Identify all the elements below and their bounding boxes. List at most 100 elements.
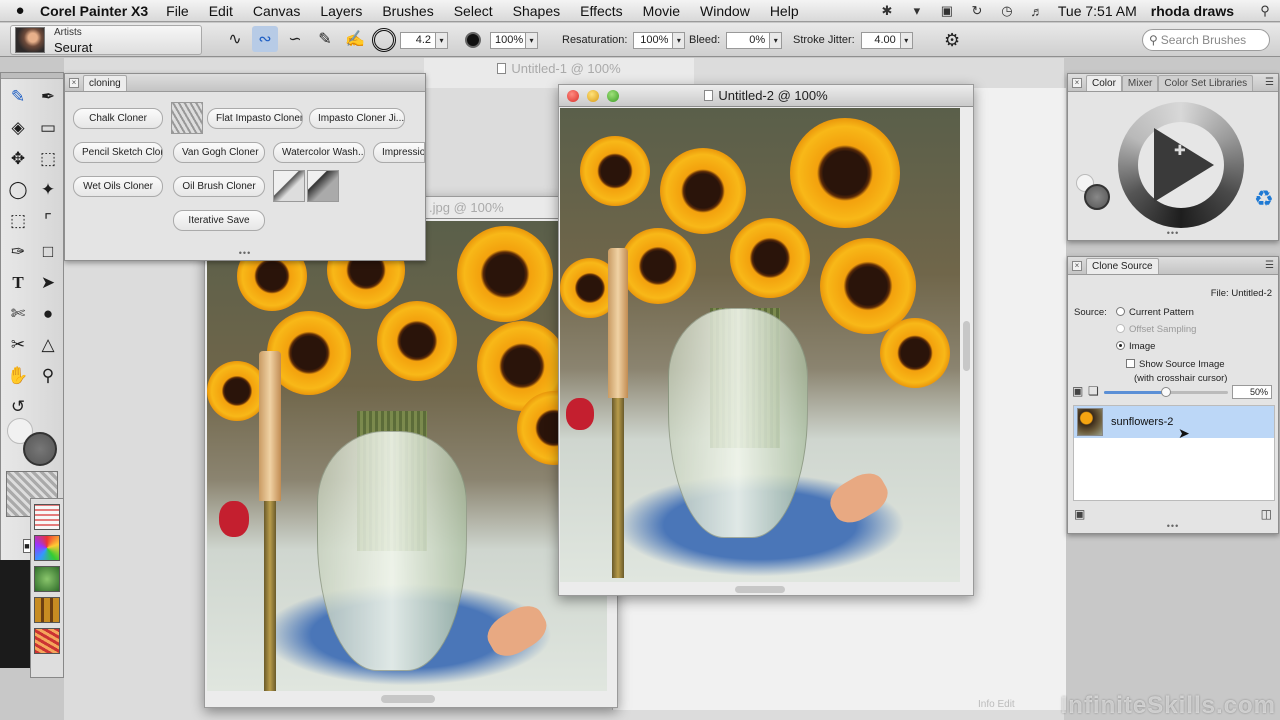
rectangular-selection-icon[interactable]: ⬚ (34, 146, 62, 172)
clone-source-list[interactable]: sunflowers-2 ➤ (1073, 405, 1275, 501)
brush-tracking-icon[interactable]: ✍ (342, 26, 368, 52)
menu-user[interactable]: rhoda draws (1151, 3, 1234, 19)
stroke-jitter-value[interactable]: 4.00 (860, 31, 901, 49)
trash-icon[interactable]: ◫ (1261, 507, 1272, 521)
saturation-value-triangle[interactable] (1154, 128, 1214, 202)
offset-sampling-radio[interactable]: Offset Sampling (1116, 324, 1196, 335)
main-color-swatch[interactable] (1084, 184, 1110, 210)
add-source-image-icon[interactable]: ▣ (1074, 507, 1085, 521)
resaturation-dropdown-icon[interactable]: ▾ (673, 31, 686, 49)
tab-clone-source[interactable]: Clone Source (1086, 257, 1159, 274)
menu-effects[interactable]: Effects (580, 3, 623, 19)
menu-window[interactable]: Window (700, 3, 750, 19)
cloner-brush-icon[interactable] (307, 170, 339, 202)
close-icon[interactable]: × (69, 77, 79, 88)
menu-clock[interactable]: Tue 7:51 AM (1058, 3, 1137, 19)
source-opacity-slider[interactable] (1104, 387, 1228, 397)
resaturation-field[interactable]: Resaturation: 100% ▾ (562, 31, 686, 49)
close-window-button[interactable] (567, 90, 579, 102)
size-field[interactable]: 4.2 ▾ (400, 31, 448, 49)
crop-tool-icon[interactable]: ⌜ (34, 208, 62, 234)
watercolor-wash-cloner-button[interactable]: Watercolor Wash... (273, 142, 365, 163)
spotlight-search-icon[interactable]: ⚲ (1250, 3, 1280, 19)
color-picker-crosshair-icon[interactable]: ✚ (1174, 142, 1186, 159)
menu-brushes[interactable]: Brushes (382, 3, 433, 19)
menu-layers[interactable]: Layers (320, 3, 362, 19)
size-dropdown-icon[interactable]: ▾ (436, 31, 448, 49)
bleed-field[interactable]: Bleed: 0% ▾ (689, 31, 783, 49)
current-pattern-radio[interactable]: Current Pattern (1116, 307, 1194, 318)
photo-sunflowers-source[interactable] (207, 221, 607, 691)
sync-icon[interactable]: ↻ (962, 3, 992, 19)
resaturation-value[interactable]: 100% (633, 31, 674, 49)
menu-file[interactable]: File (166, 3, 189, 19)
eraser-tool-icon[interactable]: ▭ (34, 115, 62, 141)
van-gogh-cloner-button[interactable]: Van Gogh Cloner (173, 142, 265, 163)
opacity-field[interactable]: 100% ▾ (490, 31, 538, 49)
opacity-dropdown-icon[interactable]: ▾ (526, 31, 538, 49)
pen-tool-icon[interactable]: ✑ (4, 239, 32, 265)
lasso-tool-icon[interactable]: ◯ (4, 177, 32, 203)
pattern-library-icon[interactable] (34, 597, 60, 623)
gradient-library-icon[interactable] (34, 535, 60, 561)
impasto-cloner-jitter-button[interactable]: Impasto Cloner Ji... (309, 108, 405, 129)
app-menu[interactable]: Corel Painter X3 (40, 3, 148, 19)
horizontal-scrollbar[interactable] (735, 586, 785, 593)
panel-resize-grip[interactable]: ••• (1167, 521, 1179, 531)
color-swatches[interactable] (7, 418, 59, 468)
menu-movie[interactable]: Movie (643, 3, 680, 19)
tab-color-set-libraries[interactable]: Color Set Libraries (1158, 74, 1254, 91)
chalk-cloner-button[interactable]: Chalk Cloner (73, 108, 163, 129)
close-icon[interactable]: × (1072, 77, 1082, 88)
tab-color[interactable]: Color (1086, 74, 1122, 91)
cloner-tool-icon[interactable]: ✄ (4, 301, 32, 327)
perspective-guide-icon[interactable]: △ (34, 332, 62, 358)
panel-menu-icon[interactable]: ☰ (1265, 77, 1274, 88)
main-color-swatch[interactable] (23, 432, 57, 466)
display-icon[interactable]: ▣ (932, 3, 962, 19)
document-window-untitled-2[interactable]: Untitled-2 @ 100% (558, 84, 974, 596)
flat-impasto-cloner-button[interactable]: Flat Impasto Cloner (207, 108, 303, 129)
shape-selection-icon[interactable]: ➤ (34, 270, 62, 296)
straight-line-stroke-icon[interactable]: ∽ (282, 26, 308, 52)
volume-icon[interactable]: ♬ (1022, 4, 1052, 19)
panel-menu-icon[interactable]: ☰ (1265, 260, 1274, 271)
rotate-page-icon[interactable]: ↺ (4, 394, 32, 420)
tab-mixer[interactable]: Mixer (1121, 74, 1159, 91)
time-machine-icon[interactable]: ◷ (992, 3, 1022, 19)
zoom-window-button[interactable] (607, 90, 619, 102)
transform-tool-icon[interactable]: ⬚ (4, 208, 32, 234)
list-item[interactable]: sunflowers-2 ➤ (1074, 406, 1274, 441)
hue-ring[interactable]: ✚ (1118, 102, 1244, 228)
bleed-value[interactable]: 0% (726, 31, 771, 49)
iterative-save-button[interactable]: Iterative Save (173, 210, 265, 231)
freehand-strokes-icon[interactable]: ∾ (252, 26, 278, 52)
nozzle-library-icon[interactable] (34, 566, 60, 592)
menu-edit[interactable]: Edit (209, 3, 233, 19)
close-icon[interactable]: × (1072, 260, 1082, 271)
horizontal-scrollbar[interactable] (381, 695, 435, 703)
menu-shapes[interactable]: Shapes (513, 3, 560, 19)
layer-adjuster-icon[interactable]: ✥ (4, 146, 32, 172)
panel-resize-grip[interactable]: ••• (1167, 228, 1179, 238)
size-value[interactable]: 4.2 (400, 31, 436, 49)
rectangle-shape-icon[interactable]: □ (34, 239, 62, 265)
brush-ghost-icon[interactable]: ✎ (312, 26, 338, 52)
impressionist-cloner-button[interactable]: Impressio (373, 142, 425, 163)
media-tab-icon[interactable]: ■ (23, 539, 31, 553)
apple-menu-icon[interactable]: ● (0, 2, 40, 19)
paint-bucket-icon[interactable]: ◈ (4, 115, 32, 141)
vertical-scrollbar[interactable] (963, 321, 970, 371)
show-source-image-checkbox[interactable]: Show Source Image (1126, 359, 1225, 370)
stroke-jitter-field[interactable]: Stroke Jitter: 4.00 ▾ (793, 31, 913, 49)
wifi-icon[interactable]: ▾ (902, 3, 932, 19)
menu-canvas[interactable]: Canvas (253, 3, 300, 19)
weave-library-icon[interactable] (34, 628, 60, 654)
brush-tool-icon[interactable]: ✎ (4, 84, 32, 110)
brush-selector[interactable]: Artists Seurat (10, 25, 202, 55)
search-brushes-input[interactable]: ⚲ Search Brushes (1142, 29, 1270, 51)
mirror-painting-icon[interactable]: ✂ (4, 332, 32, 358)
image-radio[interactable]: Image (1116, 341, 1155, 352)
slider-knob[interactable] (1161, 387, 1171, 397)
document-window-jpg[interactable]: .jpg @ 100% (204, 196, 618, 708)
